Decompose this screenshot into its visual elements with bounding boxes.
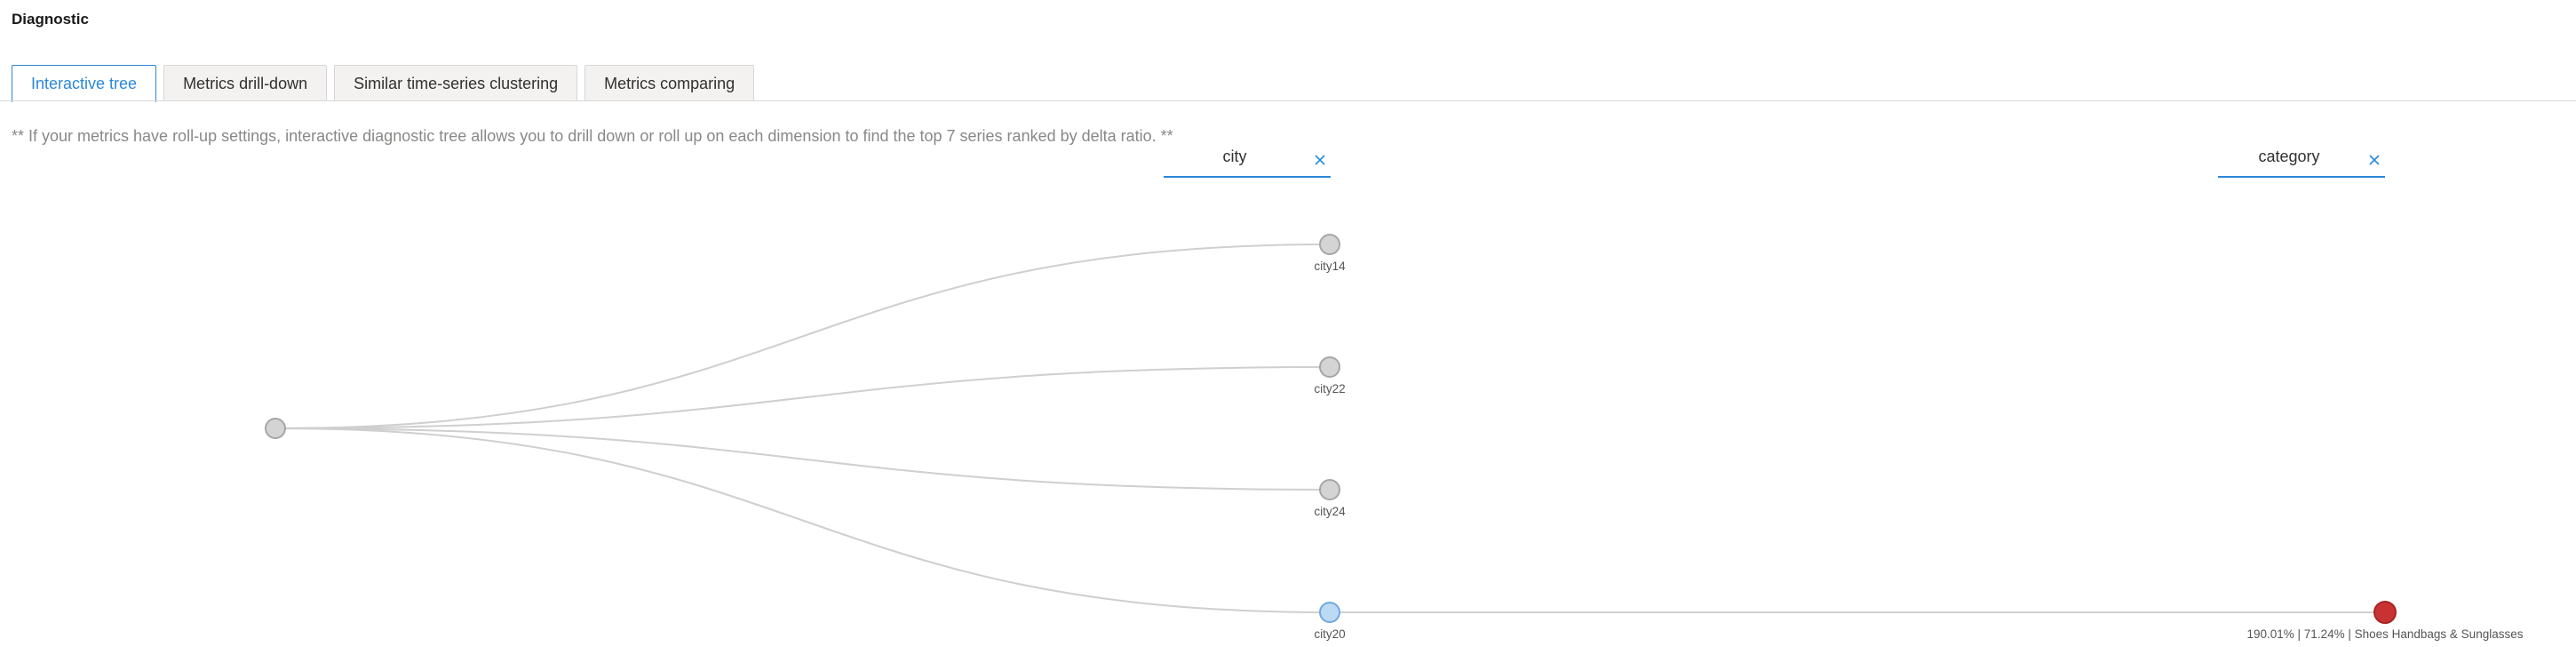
- tree-link: [274, 244, 1331, 429]
- diagnostic-tree: city14 city22 city24 city20 190.01% | 71.24%…: [265, 234, 2524, 641]
- tree-node-city24[interactable]: [1319, 479, 1340, 500]
- tree-node-city22[interactable]: [1319, 356, 1340, 378]
- tree-link: [274, 427, 1331, 491]
- tree-node-city24-label: city24: [1314, 505, 1346, 518]
- tree-node-city14-label: city14: [1314, 260, 1346, 273]
- tree-node-city22-label: city22: [1314, 382, 1345, 395]
- tree-node-city14[interactable]: [1319, 234, 1340, 255]
- tree-link: [274, 427, 1331, 613]
- tree-node-anomaly[interactable]: [2373, 601, 2397, 624]
- tree-node-city20[interactable]: [1319, 602, 1340, 623]
- tree-link: [274, 366, 1331, 429]
- tree-node-city20-label: city20: [1314, 627, 1345, 641]
- diagnostic-panel: Diagnostic Interactive tree Metrics dril…: [0, 0, 2576, 647]
- tree-nodes: city14 city22 city24 city20 190.01% | 71.24%…: [265, 234, 2524, 641]
- tree-node-anomaly-label: 190.01% | 71.24% | Shoes Handbags & Sung…: [2247, 627, 2524, 641]
- tree-root-node[interactable]: [265, 418, 286, 439]
- tree-links: [274, 244, 2385, 614]
